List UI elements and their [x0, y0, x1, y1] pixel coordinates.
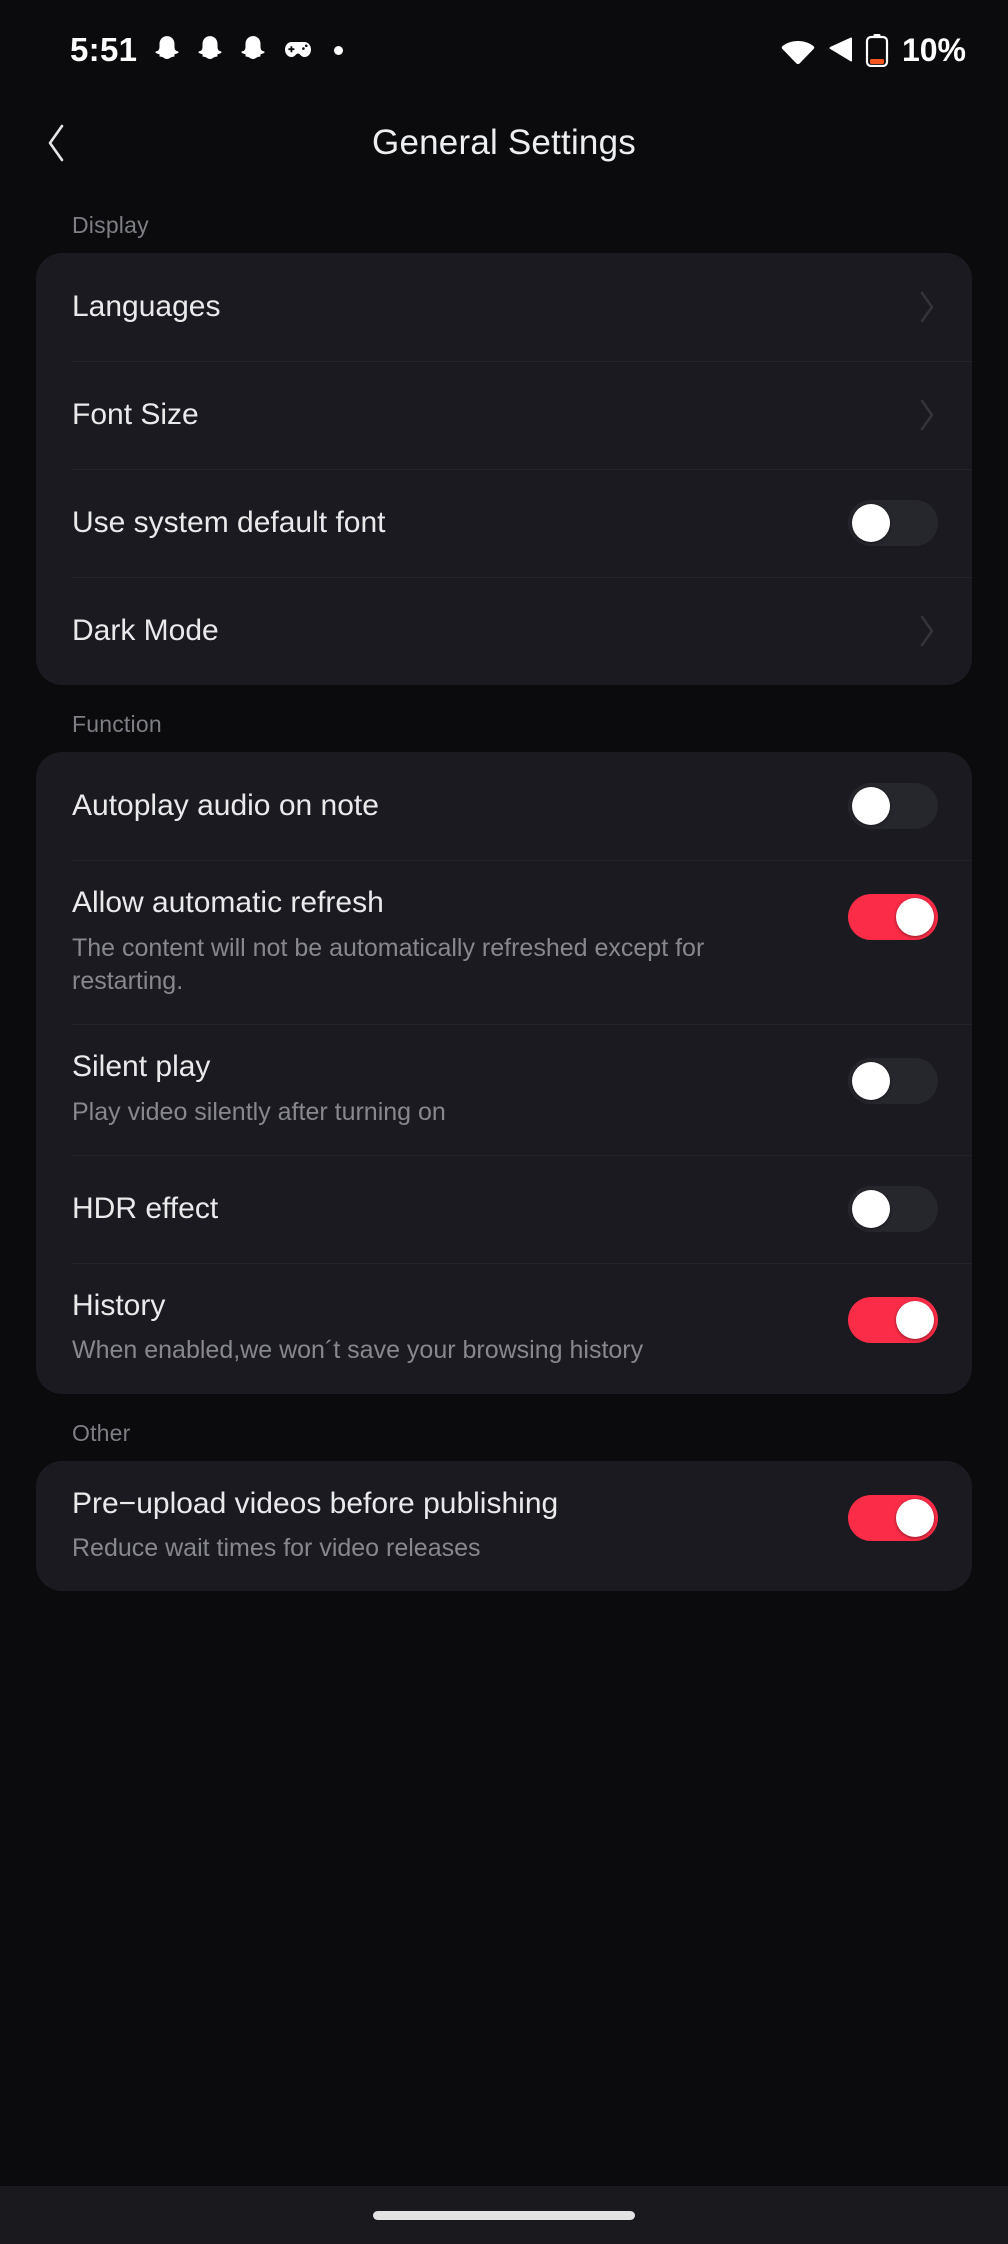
game-controller-icon: [285, 42, 312, 57]
toggle-history[interactable]: [848, 1296, 938, 1343]
toggle-hdr-effect[interactable]: [848, 1185, 938, 1232]
toggle-knob: [896, 1300, 934, 1339]
chevron-left-icon: [48, 124, 64, 162]
toggle-knob: [852, 1062, 890, 1100]
toggle-silent-play[interactable]: [848, 1058, 938, 1104]
status-bar: 5:51 10%: [0, 0, 1008, 100]
setting-title: Languages: [72, 290, 221, 324]
row-texts: Dark Mode: [72, 612, 241, 650]
snapchat-ghost-icon: [155, 36, 179, 59]
setting-row-use-system-default-font[interactable]: Use system default font: [36, 469, 972, 577]
row-right: [848, 1058, 938, 1104]
row-texts: HDR effect: [72, 1190, 240, 1228]
setting-row-allow-automatic-refresh[interactable]: Allow automatic refresh The content will…: [36, 860, 972, 1024]
setting-row-history[interactable]: History When enabled,we won´t save your …: [36, 1262, 972, 1394]
row-texts: Allow automatic refresh The content will…: [72, 884, 734, 998]
setting-row-hdr-effect[interactable]: HDR effect: [36, 1154, 972, 1263]
settings-card-function: Autoplay audio on note Allow automatic r…: [36, 752, 972, 1394]
setting-title: Autoplay audio on note: [72, 789, 379, 823]
setting-title: HDR effect: [72, 1192, 219, 1225]
row-texts: History When enabled,we won´t save your …: [72, 1287, 665, 1368]
status-bar-clock: 5:51: [70, 31, 138, 68]
status-bar-left: 5:51: [70, 31, 344, 69]
setting-subtitle: The content will not be automatically re…: [72, 933, 705, 995]
toggle-knob: [852, 787, 890, 825]
row-right: [848, 500, 938, 546]
home-indicator[interactable]: [373, 2210, 635, 2220]
section-label-function: Function: [72, 711, 162, 737]
row-right: [916, 289, 938, 325]
cellular-signal-icon: [829, 37, 852, 62]
row-right: [848, 1296, 938, 1343]
toggle-pre-upload-videos[interactable]: [848, 1494, 938, 1541]
chevron-right-icon: [920, 291, 934, 323]
section-label-other: Other: [72, 1419, 131, 1446]
snapchat-ghost-icon: [198, 36, 222, 59]
dot-icon: [334, 45, 344, 55]
setting-row-dark-mode[interactable]: Dark Mode: [36, 577, 972, 685]
row-texts: Languages: [72, 288, 242, 326]
chevron-right-icon: [920, 399, 934, 431]
page-title: General Settings: [372, 123, 636, 162]
row-right: [848, 1185, 938, 1232]
app-header: General Settings: [0, 100, 1008, 186]
setting-title: Use system default font: [72, 506, 386, 540]
content-spacer: [0, 1888, 1008, 2186]
section-label-display: Display: [72, 212, 149, 238]
phone-screen: 5:51 10% General Settings Display Langua…: [0, 0, 1008, 2244]
back-button[interactable]: [30, 116, 84, 170]
snapchat-ghost-icon: [241, 36, 265, 59]
row-right: [848, 1494, 938, 1541]
system-navigation-bar: [0, 2186, 1008, 2244]
setting-title: Dark Mode: [72, 614, 219, 648]
setting-row-autoplay-audio-on-note[interactable]: Autoplay audio on note: [36, 752, 972, 860]
setting-row-pre-upload-videos[interactable]: Pre−upload videos before publishing Redu…: [36, 1461, 972, 1592]
toggle-knob: [852, 504, 890, 542]
status-bar-right: 10%: [781, 32, 966, 69]
settings-card-display: Languages Font Size Use system default f…: [36, 253, 972, 685]
settings-list: Display Languages Font Size Use system d…: [0, 186, 1008, 1889]
setting-title: History: [72, 1288, 166, 1322]
setting-row-font-size[interactable]: Font Size: [36, 361, 972, 469]
row-texts: Silent play Play video silently after tu…: [72, 1048, 468, 1129]
setting-row-languages[interactable]: Languages: [36, 253, 972, 361]
setting-subtitle: Reduce wait times for video releases: [72, 1534, 481, 1562]
battery-percent-label: 10%: [901, 31, 966, 68]
toggle-knob: [852, 1189, 890, 1228]
toggle-allow-automatic-refresh[interactable]: [848, 894, 938, 940]
row-right: [916, 397, 938, 433]
setting-title: Silent play: [72, 1050, 211, 1083]
toggle-use-system-default-font[interactable]: [848, 500, 938, 546]
row-texts: Pre−upload videos before publishing Redu…: [72, 1485, 580, 1566]
setting-title: Font Size: [72, 398, 199, 432]
toggle-knob: [896, 1498, 934, 1537]
setting-title: Allow automatic refresh: [72, 886, 384, 919]
wifi-icon: [781, 41, 815, 64]
row-right: [916, 613, 938, 649]
setting-row-silent-play[interactable]: Silent play Play video silently after tu…: [36, 1024, 972, 1155]
toggle-knob: [896, 898, 934, 936]
row-texts: Use system default font: [72, 504, 407, 542]
setting-subtitle: When enabled,we won´t save your browsing…: [72, 1336, 644, 1365]
setting-subtitle: Play video silently after turning on: [72, 1097, 446, 1126]
row-right: [848, 894, 938, 940]
battery-icon: [865, 34, 889, 67]
settings-card-other: Pre−upload videos before publishing Redu…: [36, 1460, 972, 1592]
row-texts: Autoplay audio on note: [72, 787, 401, 825]
toggle-autoplay-audio-on-note[interactable]: [848, 783, 938, 829]
setting-title: Pre−upload videos before publishing: [72, 1486, 559, 1520]
row-right: [848, 783, 938, 829]
chevron-right-icon: [920, 615, 934, 647]
row-texts: Font Size: [72, 396, 221, 434]
